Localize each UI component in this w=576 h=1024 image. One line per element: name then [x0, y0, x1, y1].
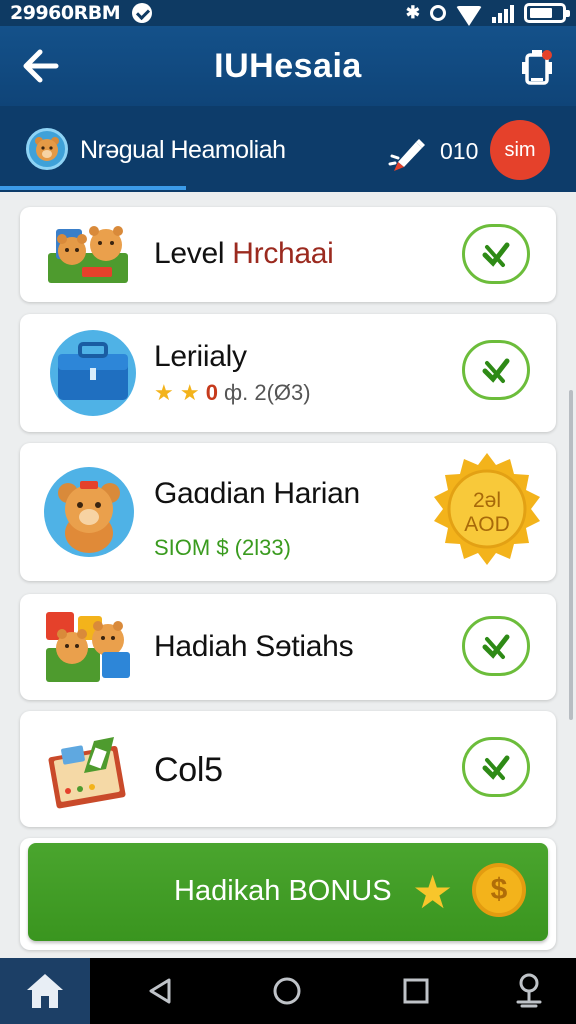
status-icons: ✱ [405, 3, 570, 26]
app-bar: IUHesaia [0, 26, 576, 106]
check-icon [482, 358, 510, 383]
user-name: Nrəgual Heamoliah [80, 136, 286, 164]
profile-row: Nrəgual Heamoliah 010 sim [0, 106, 576, 192]
seal-text-bottom: AOD [464, 513, 510, 536]
signal-icon [492, 3, 514, 23]
page-title: IUHesaia [214, 46, 362, 85]
bears-gift-icon [46, 612, 130, 682]
reward-title-text: Level [154, 237, 233, 270]
check-icon [482, 634, 510, 659]
bonus-label: Hadikah BONUS [174, 875, 392, 907]
home-circle-icon[interactable] [272, 976, 302, 1006]
wifi-icon [456, 6, 482, 26]
gold-seal-icon: 2əl AOD [428, 451, 546, 569]
phone-battery-icon[interactable] [520, 48, 554, 88]
sim-badge-label: sim [504, 138, 536, 161]
reward-title: Level Hrchaai [154, 237, 334, 271]
sim-badge[interactable]: sim [490, 120, 550, 180]
signal-bar [510, 5, 514, 23]
check-icon [482, 755, 510, 780]
status-bar: 29960RBM ✱ [0, 0, 576, 26]
coin-count: 010 [440, 138, 479, 164]
circle-icon [430, 5, 446, 21]
signal-bar [498, 13, 502, 23]
seal-text-top: 2əl [472, 489, 502, 512]
reward-card-daily-bonus[interactable]: Gaɑdian Harian SIOM $ (2l33) 2əl AOD [20, 443, 556, 581]
chat-icon [132, 3, 153, 23]
reward-title: Leriialy [154, 340, 247, 373]
tab-indicator [0, 186, 186, 190]
home-icon[interactable] [0, 958, 90, 1024]
bonus-button[interactable]: Hadikah BONUS ★ $ [28, 843, 548, 941]
reward-subtitle: SIOM $ (2l33) [154, 535, 291, 560]
reward-subtitle-text: ф. 2(Ø3) [217, 380, 311, 405]
reward-card-daily[interactable]: Leriialy ★ ★ 0 ф. 2(Ø3) [20, 314, 556, 432]
recents-square-icon[interactable] [402, 977, 430, 1005]
reward-card-col5[interactable]: Col5 [20, 711, 556, 827]
signal-bar [504, 9, 508, 23]
claim-button[interactable] [462, 737, 530, 797]
reward-card-level[interactable]: Level Hrchaai [20, 207, 556, 302]
nav-bar [0, 958, 576, 1024]
signal-bar [492, 17, 496, 23]
star-icons: ★ ★ [154, 380, 200, 405]
coin-symbol: $ [490, 873, 508, 906]
bears-basket-icon [48, 226, 128, 283]
reward-card-gift[interactable]: Hadiah Sɘtiahs [20, 594, 556, 700]
reward-subtitle: ★ ★ 0 ф. 2(Ø3) [154, 380, 311, 406]
pen-icon[interactable] [388, 134, 428, 174]
battery-icon [524, 3, 570, 23]
toolbox-icon [50, 330, 136, 416]
claim-button[interactable] [462, 224, 530, 284]
reward-title-accent: Hrchaai [232, 237, 334, 270]
gift-box-icon [48, 737, 126, 809]
coin-icon: $ [472, 863, 526, 917]
reward-title: Gaɑdian Harian [154, 477, 360, 510]
claim-button[interactable] [462, 340, 530, 400]
claim-button[interactable] [462, 616, 530, 676]
back-arrow-icon[interactable] [20, 48, 60, 84]
check-icon [482, 242, 510, 267]
bear-icon [44, 467, 134, 557]
status-time: 29960RBM [10, 2, 121, 24]
reward-title: Col5 [154, 751, 223, 789]
assistant-icon[interactable] [512, 972, 546, 1008]
reward-title: Hadiah Sɘtiahs [154, 630, 354, 663]
back-triangle-icon[interactable] [145, 976, 175, 1006]
star-icon: ★ [412, 866, 454, 918]
bear-avatar-icon[interactable] [26, 128, 68, 170]
bluetooth-icon: ✱ [405, 3, 420, 22]
scrollbar[interactable] [569, 390, 573, 720]
reward-count: 0 [205, 380, 218, 405]
